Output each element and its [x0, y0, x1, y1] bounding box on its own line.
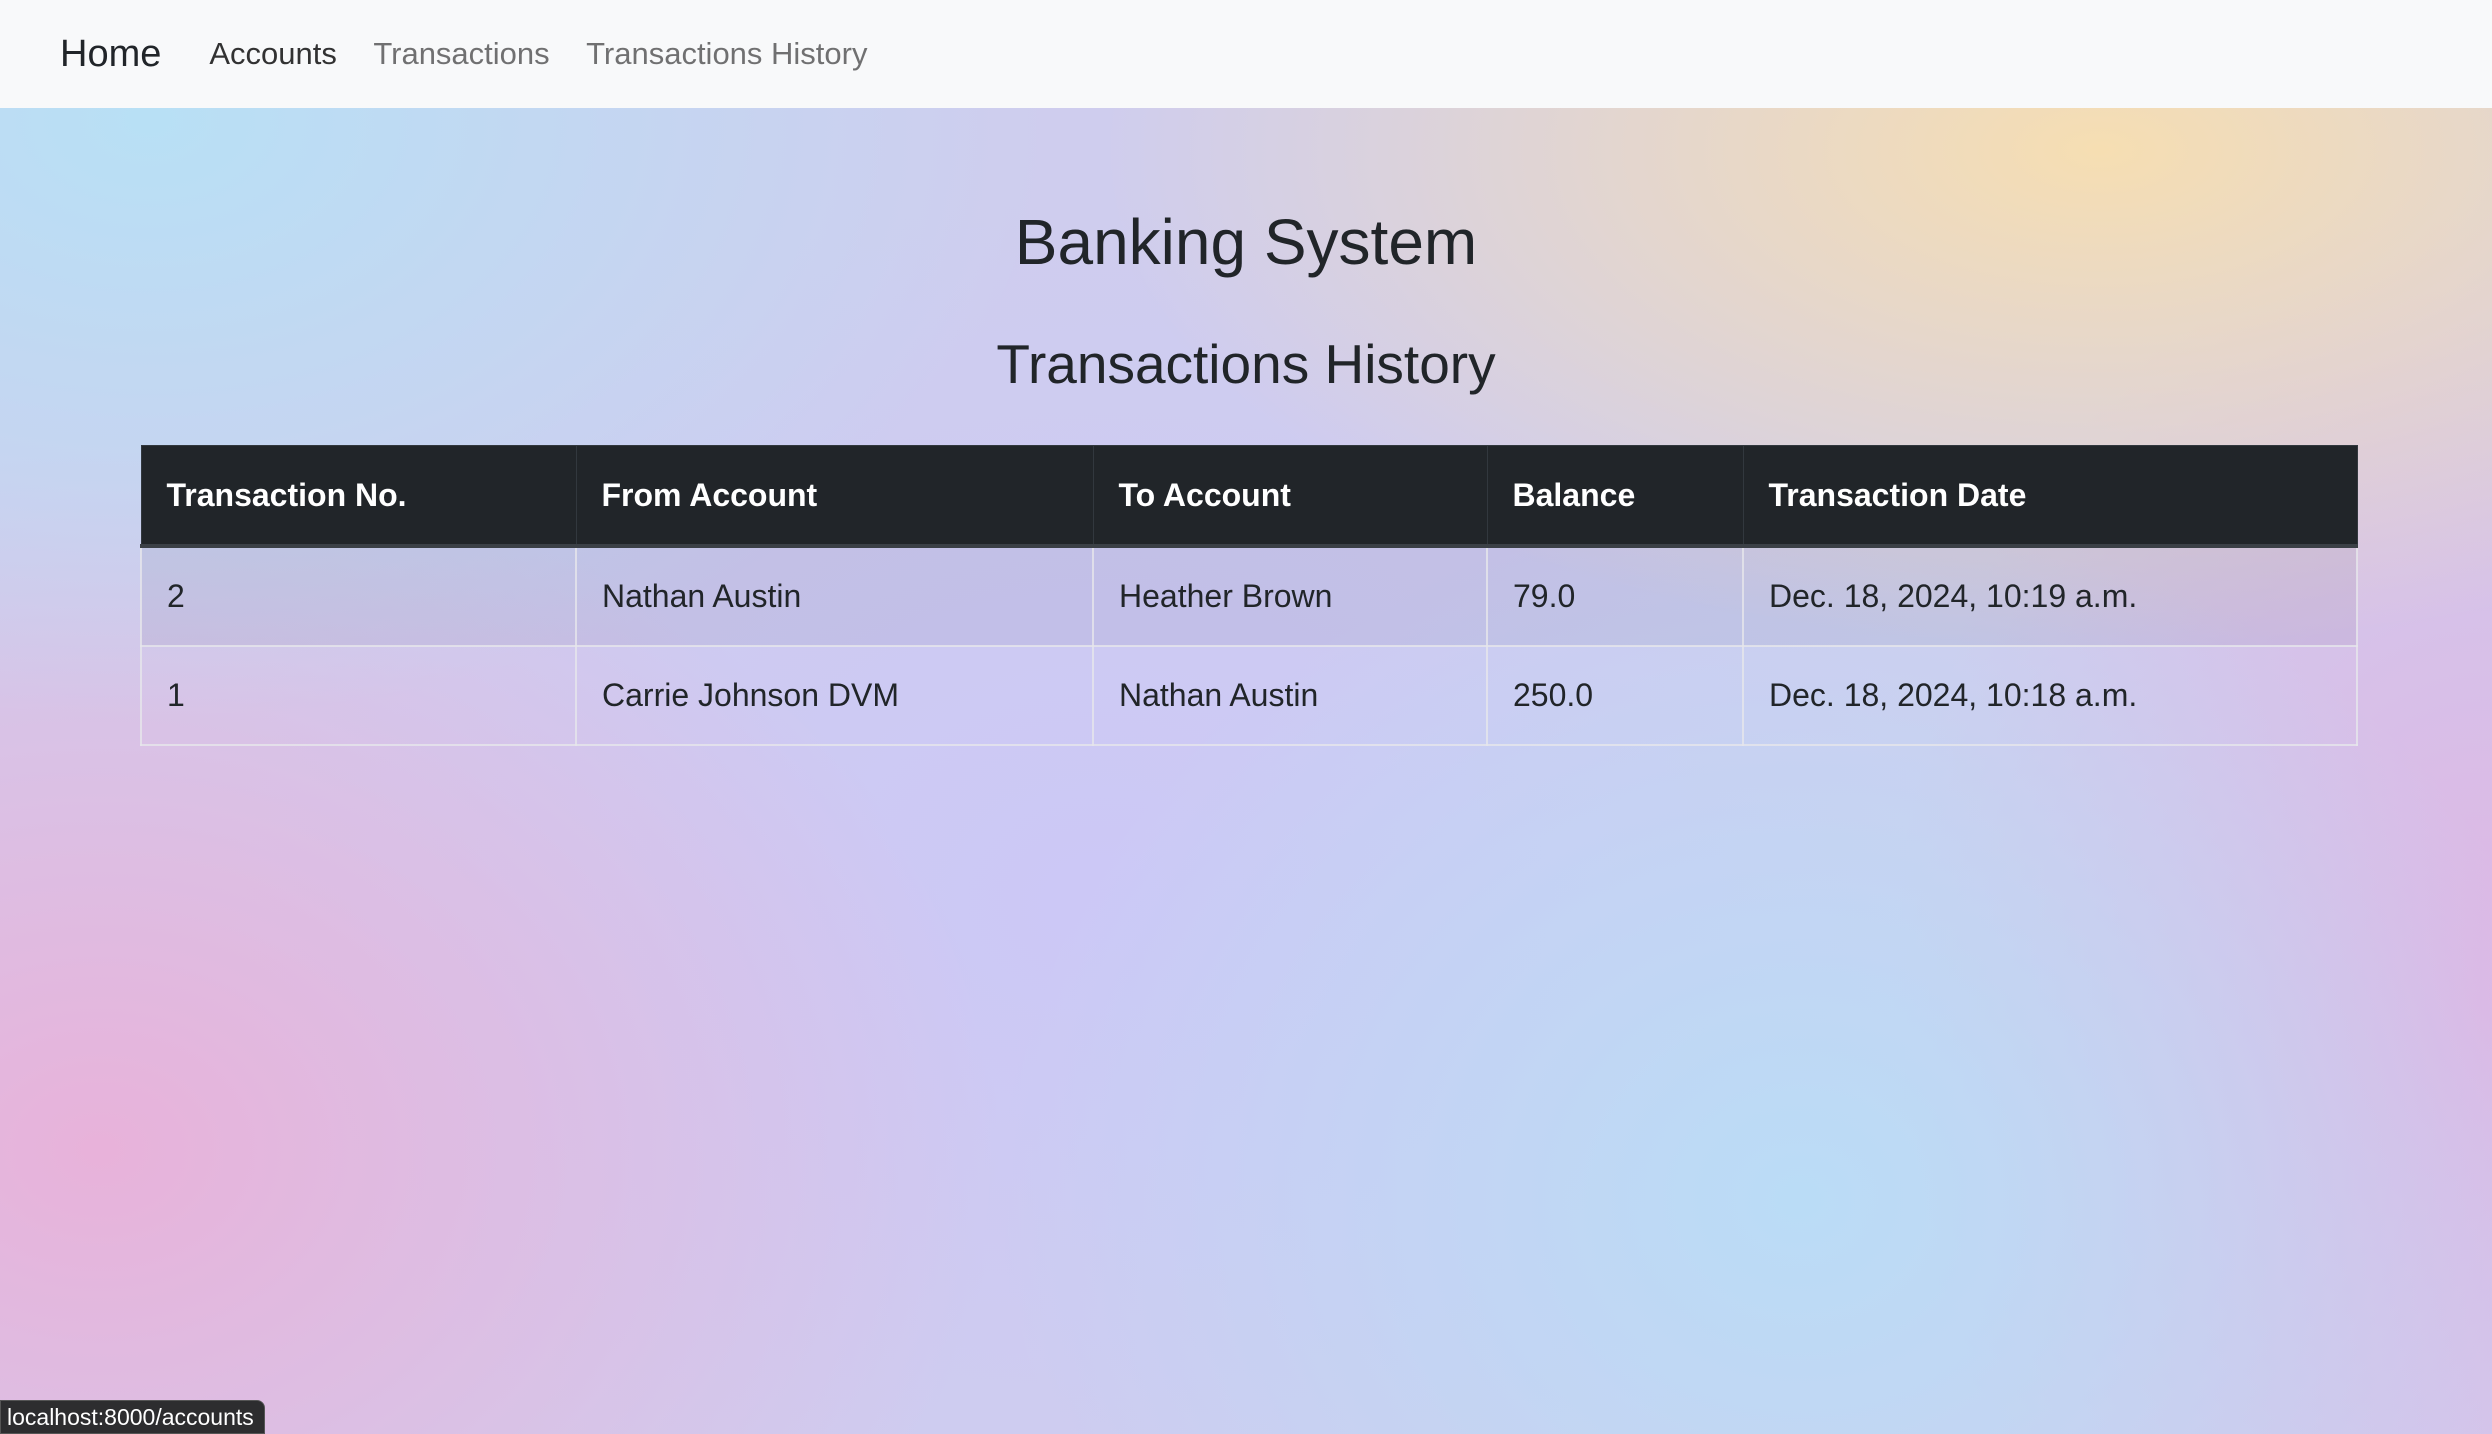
cell-balance: 250.0 — [1486, 645, 1744, 746]
nav-transactions[interactable]: Transactions — [373, 36, 549, 71]
cell-transaction-date: Dec. 18, 2024, 10:19 a.m. — [1742, 545, 2358, 647]
nav-links: Accounts Transactions Transactions Histo… — [209, 36, 899, 72]
cell-from-account: Nathan Austin — [575, 545, 1094, 647]
cell-from-account: Carrie Johnson DVM — [575, 645, 1094, 746]
cell-transaction-no: 2 — [140, 545, 577, 647]
navbar: Home Accounts Transactions Transactions … — [0, 0, 2492, 108]
home-link[interactable]: Home — [60, 33, 161, 76]
page-title: Banking System — [1014, 206, 1478, 278]
nav-transactions-history[interactable]: Transactions History — [586, 36, 867, 71]
cell-transaction-date: Dec. 18, 2024, 10:18 a.m. — [1742, 645, 2358, 746]
cell-to-account: Nathan Austin — [1092, 645, 1488, 746]
header-transaction-no: Transaction No. — [140, 445, 577, 548]
header-transaction-date: Transaction Date — [1742, 445, 2358, 548]
transactions-table: Transaction No. From Account To Account … — [140, 445, 2358, 746]
table-header-row: Transaction No. From Account To Account … — [140, 445, 2358, 548]
cell-balance: 79.0 — [1486, 545, 1744, 647]
header-from-account: From Account — [575, 445, 1094, 548]
nav-accounts[interactable]: Accounts — [209, 36, 337, 71]
table-row: 2 Nathan Austin Heather Brown 79.0 Dec. … — [140, 545, 2358, 647]
page-subtitle: Transactions History — [996, 333, 1496, 395]
header-to-account: To Account — [1092, 445, 1488, 548]
header-balance: Balance — [1486, 445, 1744, 548]
table-row: 1 Carrie Johnson DVM Nathan Austin 250.0… — [140, 645, 2358, 746]
status-bar-url: localhost:8000/accounts — [0, 1400, 265, 1434]
cell-transaction-no: 1 — [140, 645, 577, 746]
cell-to-account: Heather Brown — [1092, 545, 1488, 647]
